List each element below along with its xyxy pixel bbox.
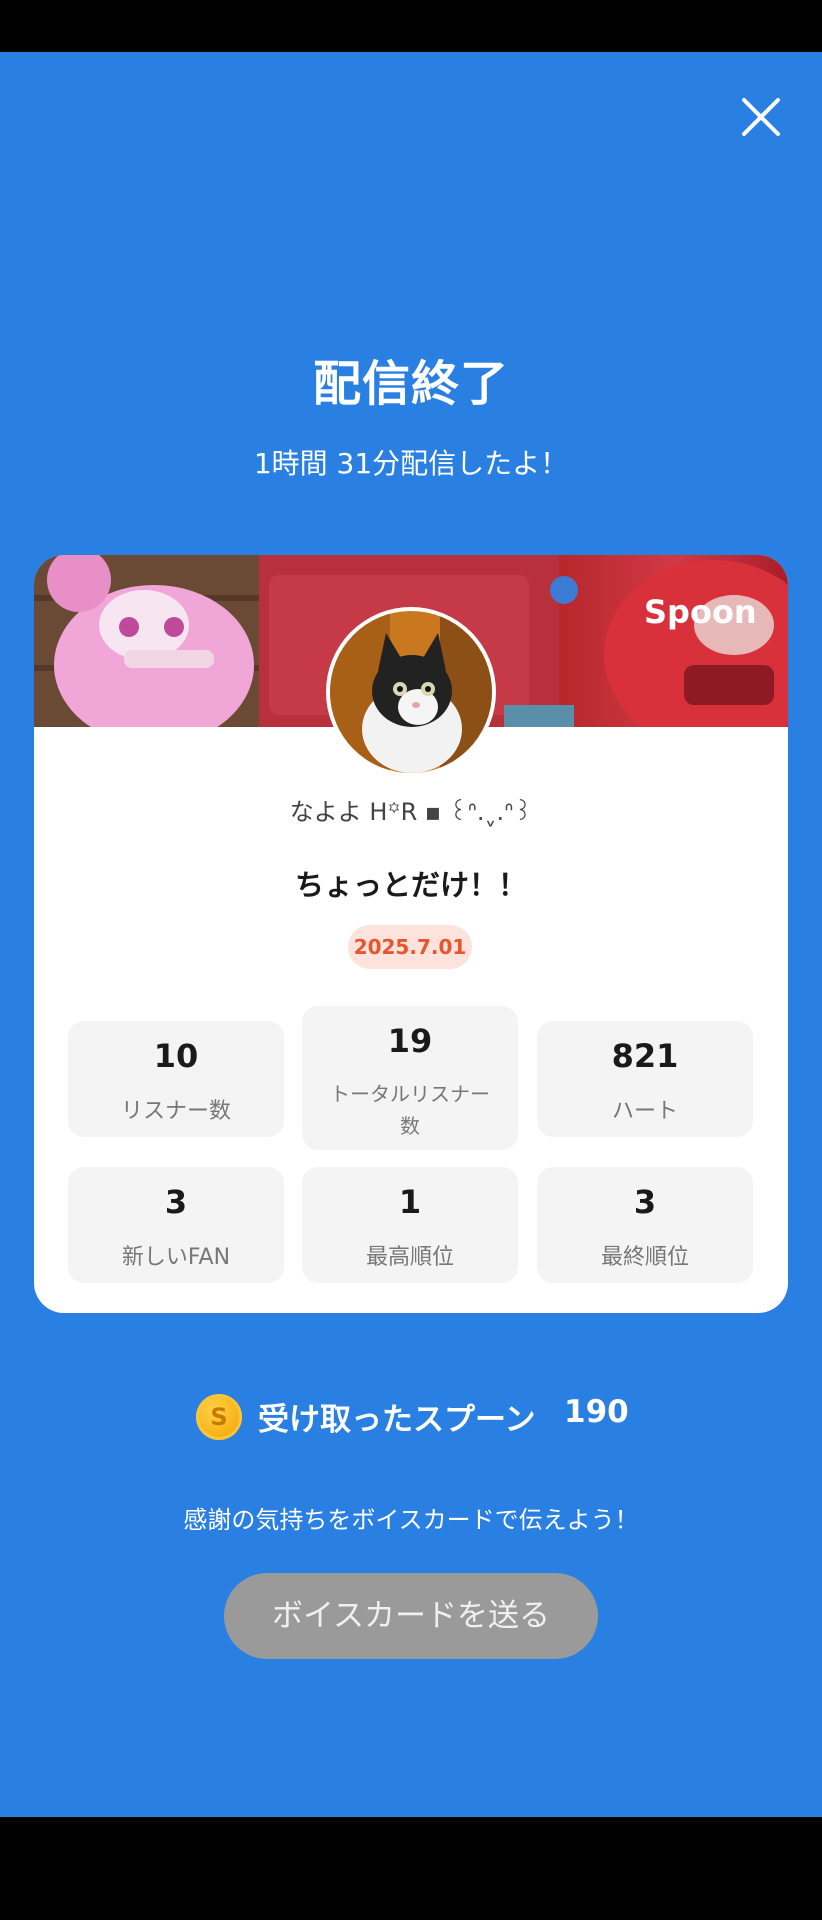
broadcast-end-screen: 配信終了 1時間 31分配信したよ！ Spoon なよよ H꙳R ▪ ꒰ᐢ.ˬ.… [0,52,822,1817]
stat-value: 1 [398,1183,422,1221]
close-button[interactable] [736,92,786,142]
avatar [326,607,496,777]
stat-label-line1: トータルリスナー [330,1082,490,1106]
stat-hearts: 821 ハート [537,1021,753,1137]
stat-best-rank: 1 最高順位 [302,1167,518,1283]
stat-label: 最高順位 [365,1245,454,1270]
stat-value: 10 [153,1037,199,1075]
stat-label: 新しいFAN [121,1245,231,1270]
voice-card-prompt: 感謝の気持ちをボイスカードで伝えよう！ [183,1506,639,1534]
stat-label-line2: 数 [400,1114,420,1138]
close-icon [742,98,780,136]
stat-listeners: 10 リスナー数 [68,1021,284,1137]
date-badge: 2025.7.01 [348,925,472,969]
stat-label: ハート [611,1099,678,1124]
send-voice-card-button[interactable]: ボイスカードを送る [224,1573,598,1659]
stat-value: 3 [164,1183,188,1221]
stat-new-fans: 3 新しいFAN [68,1167,284,1283]
spoon-coin-icon: S [196,1394,242,1440]
stat-label: 最終順位 [600,1245,689,1270]
broadcast-title: ちょっとだけ！！ [294,868,527,902]
navigation-bar [0,1817,822,1920]
spoons-label: 受け取ったスプーン [258,1402,536,1438]
stat-total-listeners: 19 トータルリスナー 数 [302,1006,518,1150]
status-bar [0,0,822,52]
stat-value: 19 [387,1022,433,1060]
broadcast-summary-card: Spoon なよよ H꙳R ▪ ꒰ᐢ.ˬ.ᐢ꒱ ちょっとだけ！！ 2025.7.… [34,555,788,1313]
spoons-count: 190 [564,1394,629,1430]
stat-final-rank: 3 最終順位 [537,1167,753,1283]
user-nickname: なよよ H꙳R ▪ ꒰ᐢ.ˬ.ᐢ꒱ [289,798,533,826]
broadcast-duration: 1時間 31分配信したよ！ [253,447,569,480]
page-title: 配信終了 [312,356,509,412]
stat-value: 821 [611,1037,679,1075]
stat-label: リスナー数 [120,1099,231,1124]
stat-value: 3 [633,1183,657,1221]
received-spoons: S 受け取ったスプーン 190 [0,1382,822,1452]
spoon-logo: Spoon [644,593,757,631]
